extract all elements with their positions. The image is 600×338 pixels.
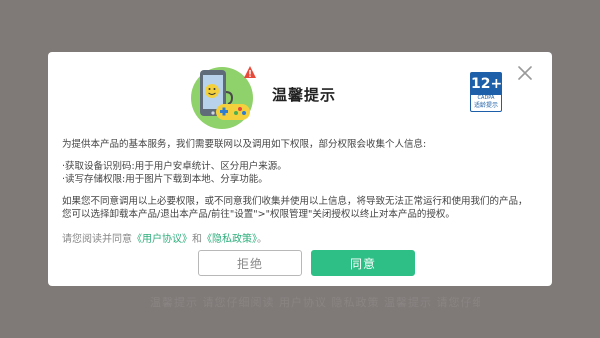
intro-text: 为提供本产品的基本服务，我们需要联网以及调用如下权限，部分权限会收集个人信息: [62, 139, 427, 150]
privacy-policy-link[interactable]: 《隐私政策》 [202, 234, 257, 245]
permission-item: ·获取设备识别码:用于用户安卓统计、区分用户来源。 [62, 161, 287, 172]
accept-button[interactable]: 同意 [311, 250, 415, 276]
age-rating-badge: 12+ CADPA 适龄提示 [470, 72, 502, 112]
dialog-title: 温馨提示 [272, 86, 337, 104]
agreement-prefix: 请您阅读并同意 [62, 234, 132, 245]
agreement-line: 请您阅读并同意《用户协议》和《隐私政策》。 [62, 230, 267, 245]
age-rating-code: CADPA [477, 95, 495, 101]
user-agreement-link[interactable]: 《用户协议》 [132, 234, 192, 245]
refusal-note: 如果您不同意调用以上必要权限，或不同意我们收集并使用以上信息，将导致无法正常运行… [62, 196, 528, 220]
close-button[interactable] [514, 62, 536, 84]
agreement-suffix: 。 [257, 234, 267, 245]
close-icon [518, 66, 532, 80]
age-rating-number: 12+ [471, 73, 502, 95]
permission-item: ·读写存储权限:用于图片下载到本地、分享功能。 [62, 174, 268, 185]
decline-button[interactable]: 拒绝 [198, 250, 302, 276]
agreement-and: 和 [192, 234, 202, 245]
warning-icon [243, 64, 257, 78]
background-text: 温馨提示 请您仔细阅读 用户协议 隐私政策 温馨提示 请您仔细 [150, 296, 480, 308]
age-rating-caption: 适龄提示 [473, 102, 498, 109]
